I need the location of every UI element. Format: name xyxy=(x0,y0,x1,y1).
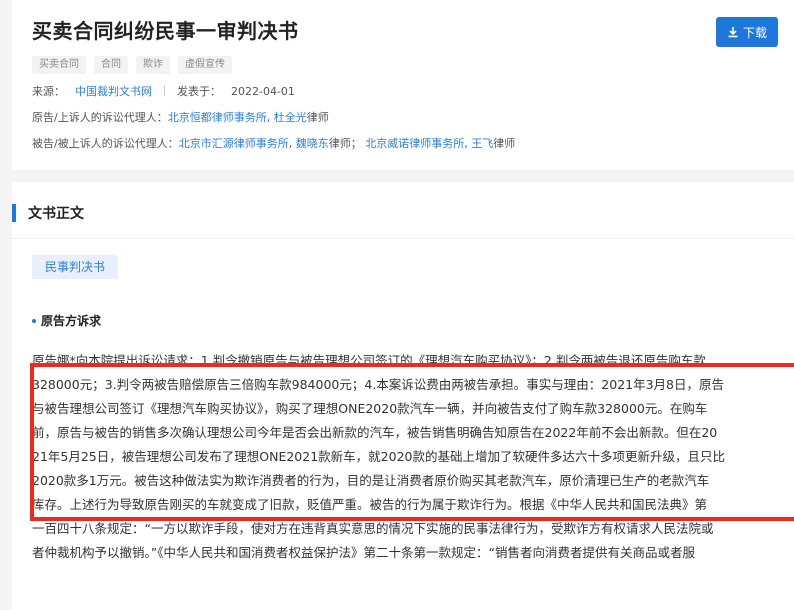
publish-label: 发表于： xyxy=(177,85,221,98)
paragraph-line: 21年5月25日，被告理想公司发布了理想ONE2021款新车，就2020款的基础… xyxy=(32,449,725,464)
lawyer-suffix: 律师； xyxy=(328,137,362,150)
defendant-lawyer-link-2[interactable]: 王飞 xyxy=(471,137,493,150)
tag[interactable]: 虚假宣传 xyxy=(178,56,232,74)
defendant-lawyer-link-1[interactable]: 魏晓东 xyxy=(296,137,329,150)
section-divider xyxy=(12,238,794,239)
defendant-firm-link-2[interactable]: 北京威诺律师事务所 xyxy=(365,137,464,150)
download-button[interactable]: 下载 xyxy=(716,17,778,47)
document-body: 文书正文 民事判决书 原告方诉求 原告娜*向本院提出诉讼请求：1.判令撤销原告与… xyxy=(12,182,794,610)
plaintiff-lawyer-link[interactable]: 杜全光 xyxy=(274,111,307,124)
defendant-agent-label: 被告/被上诉人的诉讼代理人： xyxy=(32,137,179,150)
document-header: 买卖合同纠纷民事一审判决书 下载 买卖合同 合同 欺诈 虚假宣传 来源： 中国裁判… xyxy=(12,0,794,170)
paragraph-line: 者仲裁机构予以撤销。”《中华人民共和国消费者权益保护法》第二十条第一款规定：“销… xyxy=(32,545,695,560)
document-paragraph: 原告娜*向本院提出诉讼请求：1.判令撤销原告与被告理想公司签订的《理想汽车购买协… xyxy=(32,349,789,565)
lawyer-suffix: 律师 xyxy=(493,137,516,150)
page-title: 买卖合同纠纷民事一审判决书 xyxy=(32,19,299,43)
sub-heading-text: 原告方诉求 xyxy=(41,314,102,328)
paragraph-line: 原告娜*向本院提出诉讼请求：1.判令撤销原告与被告理想公司签订的《理想汽车购买协… xyxy=(32,353,706,368)
publish-date: 2022-04-01 xyxy=(231,85,295,98)
paragraph-line: 前，原告与被告的销售多次确认理想公司今年是否会出新款的汽车，被告销售明确告知原告… xyxy=(32,425,718,440)
paragraph-line: 与被告理想公司签订《理想汽车购买协议》，购买了理想ONE2020款汽车一辆，并向… xyxy=(32,401,708,416)
tag[interactable]: 欺诈 xyxy=(136,56,170,74)
source-row: 来源： 中国裁判文书网 发表于： 2022-04-01 xyxy=(32,85,794,99)
lawyer-suffix: 律师 xyxy=(306,111,329,124)
defendant-agent-row: 被告/被上诉人的诉讼代理人：北京市汇源律师事务所, 魏晓东律师； 北京威诺律师事… xyxy=(32,137,516,150)
plaintiff-firm-link[interactable]: 北京恒都律师事务所 xyxy=(168,111,267,124)
page: 买卖合同纠纷民事一审判决书 下载 买卖合同 合同 欺诈 虚假宣传 来源： 中国裁判… xyxy=(0,0,794,610)
plaintiff-agent-row: 原告/上诉人的诉讼代理人：北京恒都律师事务所, 杜全光律师 xyxy=(32,111,329,124)
paragraph-line: 库存。上述行为导致原告刚买的车就变成了旧款，贬值严重。被告的行为属于欺诈行为。根… xyxy=(32,497,708,512)
download-icon xyxy=(728,27,738,38)
paragraph-line: 2020款多1万元。被告这种做法实为欺诈消费者的行为，目的是让消费者原价购买其老… xyxy=(32,473,710,488)
section-title-text: 文书正文 xyxy=(28,206,84,222)
bullet-dot-icon xyxy=(32,318,36,323)
source-label: 来源： xyxy=(32,85,65,98)
tag[interactable]: 合同 xyxy=(94,56,128,74)
section-title: 文书正文 xyxy=(12,204,84,222)
doc-type-label: 民事判决书 xyxy=(32,255,119,279)
section-accent-bar xyxy=(12,204,16,222)
plaintiff-agent-label: 原告/上诉人的诉讼代理人： xyxy=(32,111,168,124)
download-label: 下载 xyxy=(742,25,767,40)
sub-heading: 原告方诉求 xyxy=(32,312,101,329)
defendant-firm-link-1[interactable]: 北京市汇源律师事务所 xyxy=(179,137,289,150)
tag[interactable]: 买卖合同 xyxy=(32,56,86,74)
source-link[interactable]: 中国裁判文书网 xyxy=(75,85,152,98)
divider xyxy=(164,85,165,96)
paragraph-line: 一百四十八条规定：“一方以欺诈手段，使对方在违背真实意思的情况下实施的民事法律行… xyxy=(32,521,714,536)
tag-list: 买卖合同 合同 欺诈 虚假宣传 xyxy=(32,56,794,74)
paragraph-line: 328000元；3.判令两被告赔偿原告三倍购车款984000元；4.本案诉讼费由… xyxy=(32,377,725,392)
